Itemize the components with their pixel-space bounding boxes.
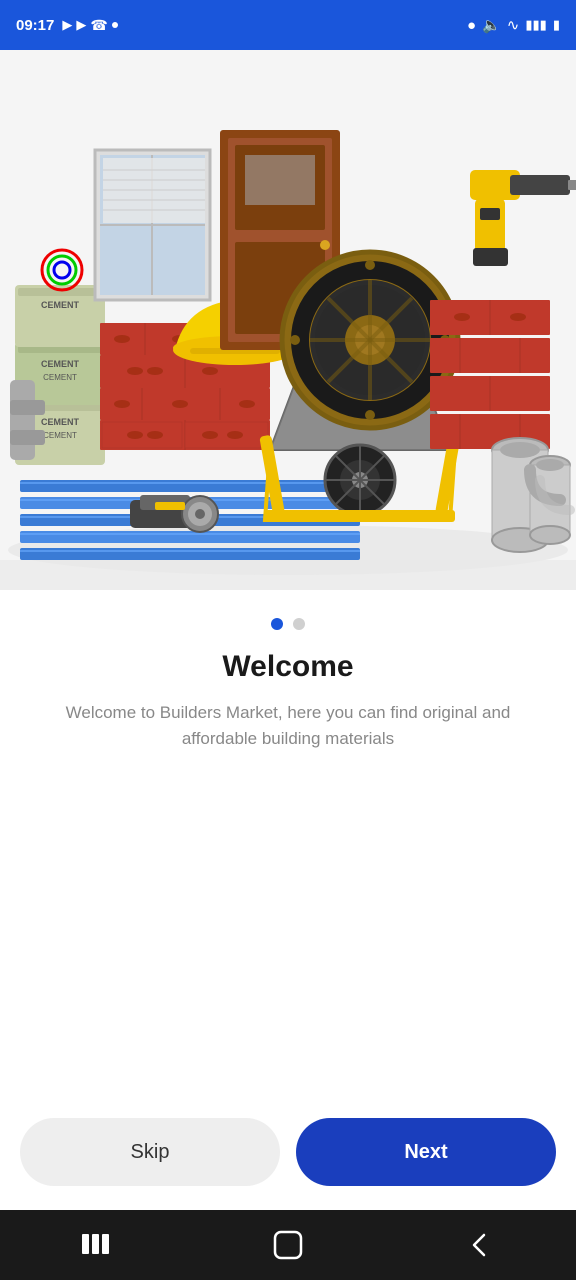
construction-svg: CEMENT CEMENT CEMENT CEMENT CEMENT xyxy=(0,50,576,590)
svg-text:CEMENT: CEMENT xyxy=(41,359,80,369)
status-bar-left: 09:17 ▶ ▶ ☎ xyxy=(16,17,118,34)
buttons-section: Skip Next xyxy=(0,1102,576,1210)
dot-2-inactive[interactable] xyxy=(293,618,305,630)
status-time: 09:17 xyxy=(16,17,54,34)
back-button[interactable] xyxy=(466,1231,494,1259)
window-frame xyxy=(95,150,210,300)
text-section: Welcome Welcome to Builders Market, here… xyxy=(0,650,576,753)
recent-apps-icon[interactable] xyxy=(82,1234,110,1256)
main-content: CEMENT CEMENT CEMENT CEMENT CEMENT xyxy=(0,50,576,1210)
signal-icon: ▮▮▮ xyxy=(525,17,546,33)
svg-text:CEMENT: CEMENT xyxy=(41,417,80,427)
svg-text:CEMENT: CEMENT xyxy=(43,431,77,440)
svg-text:CEMENT: CEMENT xyxy=(43,373,77,382)
video-icon-1: ▶ xyxy=(62,17,72,33)
navigation-bar xyxy=(0,1210,576,1280)
home-button[interactable] xyxy=(273,1230,303,1260)
svg-text:CEMENT: CEMENT xyxy=(41,300,80,310)
construction-scene: CEMENT CEMENT CEMENT CEMENT CEMENT xyxy=(0,50,576,590)
video-icon-2: ▶ xyxy=(76,17,86,33)
status-bar-right: ● 🔈 ∿ ▮▮▮ ▮ xyxy=(467,16,560,34)
next-button[interactable]: Next xyxy=(296,1118,556,1186)
dots-section xyxy=(0,590,576,650)
skip-button[interactable]: Skip xyxy=(20,1118,280,1186)
spacer xyxy=(0,753,576,1102)
status-icons-left: ▶ ▶ ☎ xyxy=(62,17,117,34)
welcome-title: Welcome xyxy=(30,650,546,684)
whatsapp-icon: ☎ xyxy=(90,17,107,34)
battery-icon: ▮ xyxy=(553,17,560,33)
image-section: CEMENT CEMENT CEMENT CEMENT CEMENT xyxy=(0,50,576,590)
wifi-icon: ∿ xyxy=(507,16,520,34)
welcome-description: Welcome to Builders Market, here you can… xyxy=(30,700,546,753)
mute-icon: 🔈 xyxy=(482,16,501,34)
dot-1-active[interactable] xyxy=(271,618,283,630)
status-bar: 09:17 ▶ ▶ ☎ ● 🔈 ∿ ▮▮▮ ▮ xyxy=(0,0,576,50)
angle-grinder xyxy=(130,495,218,532)
status-dot xyxy=(112,22,118,28)
alarm-icon: ● xyxy=(467,17,476,34)
